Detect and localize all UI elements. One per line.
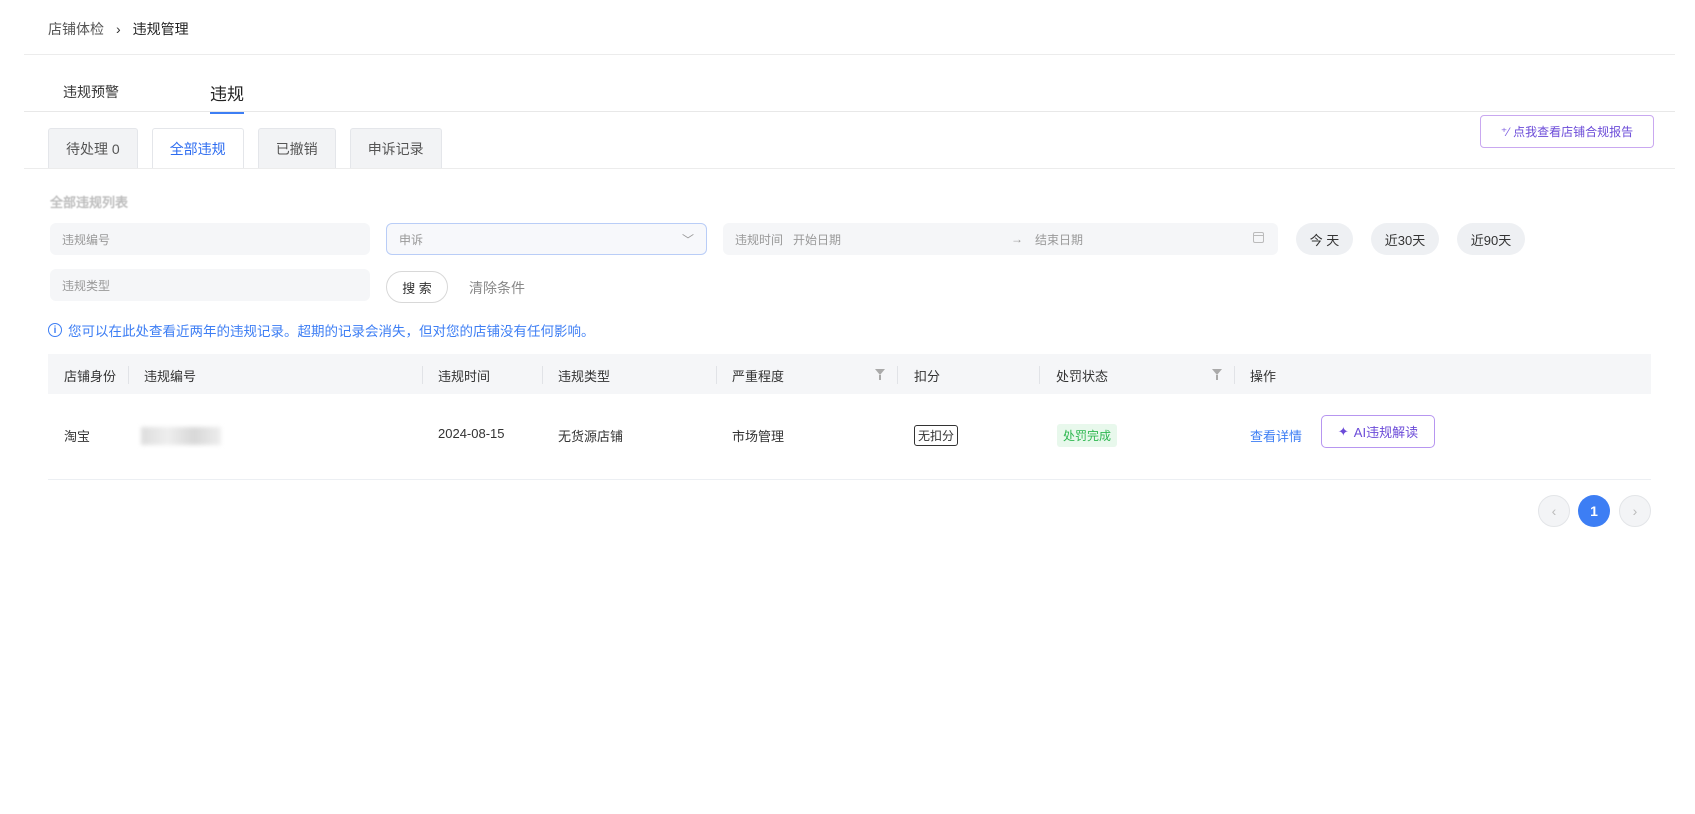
compliance-report-label: 点我查看店铺合规报告 bbox=[1513, 125, 1634, 139]
violations-table: 店铺身份 违规编号 违规时间 违规类型 严重程度 扣分 处罚状态 操作 淘宝 2… bbox=[48, 354, 1651, 480]
violation-type-placeholder: 违规类型 bbox=[62, 278, 111, 293]
tab-pending[interactable]: 待处理 0 bbox=[48, 128, 138, 168]
col-header-code: 违规编号 bbox=[144, 369, 197, 384]
severity-filter-icon[interactable] bbox=[875, 369, 885, 380]
cell-identity: 淘宝 bbox=[64, 429, 91, 444]
tab-violation-warning[interactable]: 违规预警 bbox=[63, 82, 119, 102]
search-button[interactable]: 搜 索 bbox=[386, 271, 448, 303]
col-divider bbox=[542, 366, 543, 384]
date-range-label: 违规时间 bbox=[735, 232, 784, 247]
col-header-deduction: 扣分 bbox=[914, 369, 941, 384]
breadcrumb-separator-icon: › bbox=[116, 21, 121, 37]
col-divider bbox=[897, 366, 898, 384]
tab-revoked[interactable]: 已撤销 bbox=[257, 128, 336, 168]
deduction-badge: 无扣分 bbox=[914, 425, 959, 446]
page-number-button[interactable]: 1 bbox=[1578, 495, 1610, 527]
info-icon: i bbox=[48, 323, 62, 337]
start-date-placeholder[interactable]: 开始日期 bbox=[793, 231, 841, 248]
col-header-severity: 严重程度 bbox=[732, 369, 785, 384]
today-button[interactable]: 今 天 bbox=[1296, 223, 1353, 255]
violation-code-placeholder: 违规编号 bbox=[62, 232, 111, 247]
ai-interpret-button[interactable]: ✦ AI违规解读 bbox=[1321, 415, 1435, 448]
sub-tab-divider bbox=[24, 168, 1675, 169]
col-header-status: 处罚状态 bbox=[1056, 369, 1109, 384]
end-date-placeholder[interactable]: 结束日期 bbox=[1035, 231, 1083, 248]
calendar-icon bbox=[1253, 232, 1264, 243]
col-divider bbox=[1039, 366, 1040, 384]
tab-violation[interactable]: 违规 bbox=[210, 80, 244, 114]
col-header-identity: 店铺身份 bbox=[64, 369, 117, 384]
col-divider bbox=[128, 366, 129, 384]
col-divider bbox=[422, 366, 423, 384]
ai-interpret-label: AI违规解读 bbox=[1353, 425, 1419, 440]
sub-tab-bar: 待处理 0 全部违规 已撤销 申诉记录 bbox=[48, 128, 456, 169]
info-notice-text: 您可以在此处查看近两年的违规记录。超期的记录会消失，但对您的店铺没有任何影响。 bbox=[68, 324, 595, 339]
col-divider bbox=[716, 366, 717, 384]
next-page-button[interactable]: › bbox=[1619, 495, 1651, 527]
cell-type: 无货源店铺 bbox=[558, 429, 624, 444]
last-30-days-button[interactable]: 近30天 bbox=[1371, 223, 1439, 255]
last-90-days-button[interactable]: 近90天 bbox=[1457, 223, 1525, 255]
violation-code-input[interactable]: 违规编号 bbox=[50, 223, 370, 255]
main-tab-bar: 违规预警 违规 bbox=[24, 54, 1675, 114]
breadcrumb: 店铺体检 › 违规管理 bbox=[48, 19, 189, 39]
cell-code-redacted bbox=[141, 427, 221, 445]
col-divider bbox=[1234, 366, 1235, 384]
tab-all-violations[interactable]: 全部违规 bbox=[151, 128, 244, 169]
chevron-down-icon: ﹀ bbox=[681, 233, 694, 247]
list-title: 全部违规列表 bbox=[50, 195, 129, 210]
view-details-link[interactable]: 查看详情 bbox=[1250, 426, 1302, 445]
range-arrow-icon: → bbox=[1011, 232, 1023, 246]
col-header-type: 违规类型 bbox=[558, 369, 611, 384]
table-row: 淘宝 2024-08-15 无货源店铺 市场管理 无扣分 处罚完成 查看详情 ✦… bbox=[48, 394, 1651, 480]
breadcrumb-current: 违规管理 bbox=[132, 21, 189, 37]
sparkle-icon: ✦ bbox=[1337, 423, 1349, 439]
date-range-picker[interactable]: 违规时间 开始日期 → 结束日期 bbox=[723, 223, 1278, 255]
cell-severity: 市场管理 bbox=[732, 429, 785, 444]
clear-filters-button[interactable]: 清除条件 bbox=[469, 278, 525, 298]
appeal-select[interactable]: 申诉 ﹀ bbox=[386, 223, 707, 255]
table-header: 店铺身份 违规编号 违规时间 违规类型 严重程度 扣分 处罚状态 操作 bbox=[48, 354, 1651, 394]
status-badge: 处罚完成 bbox=[1057, 424, 1118, 447]
compliance-report-button[interactable]: ⁺⁄ 点我查看店铺合规报告 bbox=[1480, 115, 1654, 148]
info-notice: i 您可以在此处查看近两年的违规记录。超期的记录会消失，但对您的店铺没有任何影响… bbox=[48, 320, 595, 340]
cell-time: 2024-08-15 bbox=[438, 426, 505, 441]
tab-appeal-records[interactable]: 申诉记录 bbox=[349, 128, 442, 168]
appeal-select-value: 申诉 bbox=[399, 232, 424, 247]
violation-type-input[interactable]: 违规类型 bbox=[50, 269, 370, 301]
sparkle-icon: ⁺⁄ bbox=[1500, 124, 1510, 139]
breadcrumb-parent[interactable]: 店铺体检 bbox=[48, 19, 104, 39]
col-header-actions: 操作 bbox=[1250, 369, 1277, 384]
prev-page-button[interactable]: ‹ bbox=[1538, 495, 1570, 527]
col-header-time: 违规时间 bbox=[438, 369, 491, 384]
status-filter-icon[interactable] bbox=[1212, 369, 1222, 380]
